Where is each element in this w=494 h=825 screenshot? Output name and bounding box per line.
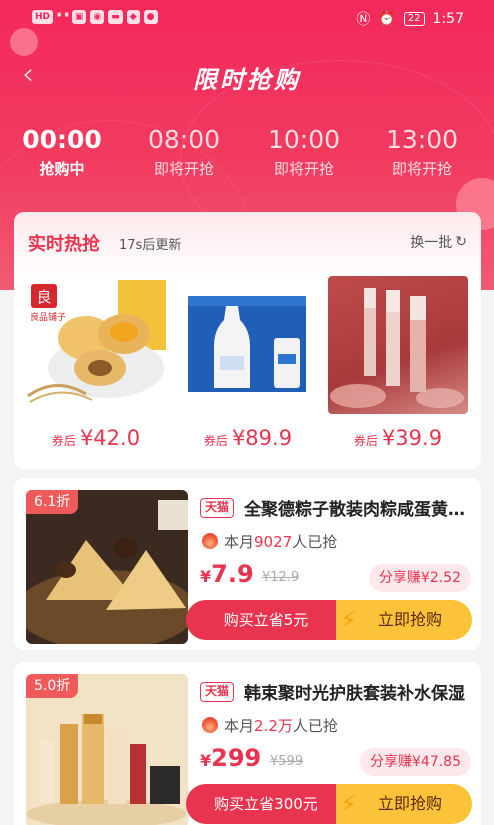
refresh-button[interactable]: 换一批 ↻ [410, 232, 467, 252]
share-earn-button[interactable]: 分享赚¥47.85 [360, 748, 471, 776]
current-price: ¥299 [200, 744, 261, 772]
time-tab-0000[interactable]: 00:00 抢购中 [2, 124, 122, 180]
hot-item-price: 券后 ¥89.9 [178, 426, 318, 450]
battery-icon: 22 [403, 12, 425, 26]
price-prefix: 券后 [203, 434, 228, 448]
share-earn-button[interactable]: 分享赚¥2.52 [368, 564, 471, 592]
hd-indicator: HD [32, 10, 54, 24]
hot-deals-card: 实时热抢 17s后更新 换一批 ↻ 良 良品铺子 券后 ¥42.0 券后 ¥89… [14, 212, 481, 469]
product-image-milk [178, 276, 318, 414]
refresh-label: 换一批 [410, 235, 453, 251]
product-title: 全聚德粽子散装肉粽咸蛋黄鲜肉粽 [244, 500, 472, 520]
app-notification-icon: ▣ [71, 10, 87, 24]
app-notification-icon: ▬ [108, 10, 123, 24]
sold-count: 9027 [254, 533, 293, 551]
hot-item-price: 券后 ¥39.9 [328, 426, 468, 450]
tab-status: 即将开抢 [273, 160, 334, 178]
fire-icon [202, 717, 218, 733]
sold-count-line: 本月9027人已抢 [224, 531, 337, 552]
product-image-mooncake: 良 良品铺子 [26, 276, 166, 414]
hot-item[interactable]: 券后 ¥89.9 [178, 276, 318, 450]
currency-symbol: ¥ [200, 567, 212, 586]
sold-suffix: 人已抢 [292, 533, 338, 551]
time-tab-1300[interactable]: 13:00 即将开抢 [362, 124, 482, 180]
time-tab-0800[interactable]: 08:00 即将开抢 [124, 124, 244, 180]
page-title: 限时抢购 [193, 66, 301, 94]
sold-count: 2.2万 [254, 717, 293, 735]
sold-prefix: 本月 [224, 533, 255, 551]
tmall-tag: 天猫 [200, 498, 235, 518]
app-notification-icon: ● [143, 10, 158, 24]
buy-bar: 购买立省5元 立即抢购 ⚡ [186, 600, 472, 640]
tab-status: 即将开抢 [153, 160, 214, 178]
time-tab-1000[interactable]: 10:00 即将开抢 [244, 124, 364, 180]
discount-badge: 5.0折 [26, 674, 79, 698]
price-value: ¥42.0 [79, 426, 141, 450]
price-prefix: 券后 [51, 434, 76, 448]
hot-deals-title: 实时热抢 [28, 234, 100, 255]
save-buy-button[interactable]: 购买立省300元 [186, 784, 346, 824]
hot-item[interactable]: 券后 ¥39.9 [328, 276, 468, 450]
product-image-skincare: 5.0折 [26, 674, 188, 825]
original-price: ¥12.9 [262, 570, 300, 585]
update-countdown: 17s后更新 [119, 238, 182, 253]
product-card[interactable]: 5.0折 天猫 韩束聚时光护肤套装补水保湿 本月2.2万人已抢 ¥299 ¥59… [14, 662, 481, 825]
price-value: 299 [211, 744, 262, 772]
currency-symbol: ¥ [200, 751, 212, 770]
time-slot-tabs: 00:00 抢购中 08:00 即将开抢 10:00 即将开抢 13:00 即将… [0, 124, 494, 184]
tab-time: 13:00 [385, 125, 459, 154]
product-card[interactable]: 6.1折 天猫 全聚德粽子散装肉粽咸蛋黄鲜肉粽 本月9027人已抢 ¥7.9 ¥… [14, 478, 481, 650]
lightning-icon: ⚡ [340, 606, 357, 634]
price-value: ¥89.9 [231, 426, 293, 450]
clock-time: 1:57 [432, 11, 464, 27]
sold-prefix: 本月 [224, 717, 255, 735]
app-notification-icon: ◆ [126, 10, 140, 24]
original-price: ¥599 [270, 754, 304, 769]
lightning-icon: ⚡ [340, 790, 357, 818]
nfc-icon: Ⓝ [356, 12, 371, 28]
signal-icon: ᴵᴵᴵᴵ [57, 11, 62, 23]
tab-time: 08:00 [147, 125, 221, 154]
price-prefix: 券后 [353, 434, 378, 448]
status-bar: HD ᴵᴵᴵᴵ ᴵᴵᴵᴵ ▣ ◉ ▬ ◆ ● Ⓝ ⏰ 22 1:57 [0, 0, 494, 36]
product-image-lipstick [328, 276, 468, 414]
sold-suffix: 人已抢 [292, 717, 338, 735]
svg-text:良: 良 [36, 288, 51, 306]
price-value: 7.9 [211, 560, 254, 588]
hot-item[interactable]: 良 良品铺子 券后 ¥42.0 [26, 276, 166, 450]
alarm-icon: ⏰ [378, 11, 396, 27]
fire-icon [202, 533, 218, 549]
tab-status: 即将开抢 [391, 160, 452, 178]
signal-icon: ᴵᴵᴵᴵ [64, 11, 69, 23]
refresh-icon: ↻ [455, 234, 467, 250]
product-title: 韩束聚时光护肤套装补水保湿 [244, 684, 465, 704]
tab-time: 00:00 [22, 125, 102, 154]
brand-logo-text: 良品铺子 [30, 311, 66, 323]
app-notification-icon: ◉ [90, 10, 105, 24]
product-image-zongzi: 6.1折 [26, 490, 188, 644]
current-price: ¥7.9 [200, 560, 254, 588]
buy-bar: 购买立省300元 立即抢购 ⚡ [186, 784, 472, 824]
save-buy-button[interactable]: 购买立省5元 [186, 600, 346, 640]
price-value: ¥39.9 [381, 426, 443, 450]
tab-status: 抢购中 [39, 160, 85, 178]
hot-item-price: 券后 ¥42.0 [26, 426, 166, 450]
tab-time: 10:00 [267, 125, 341, 154]
sold-count-line: 本月2.2万人已抢 [224, 715, 338, 736]
discount-badge: 6.1折 [26, 490, 79, 514]
tmall-tag: 天猫 [200, 682, 235, 702]
